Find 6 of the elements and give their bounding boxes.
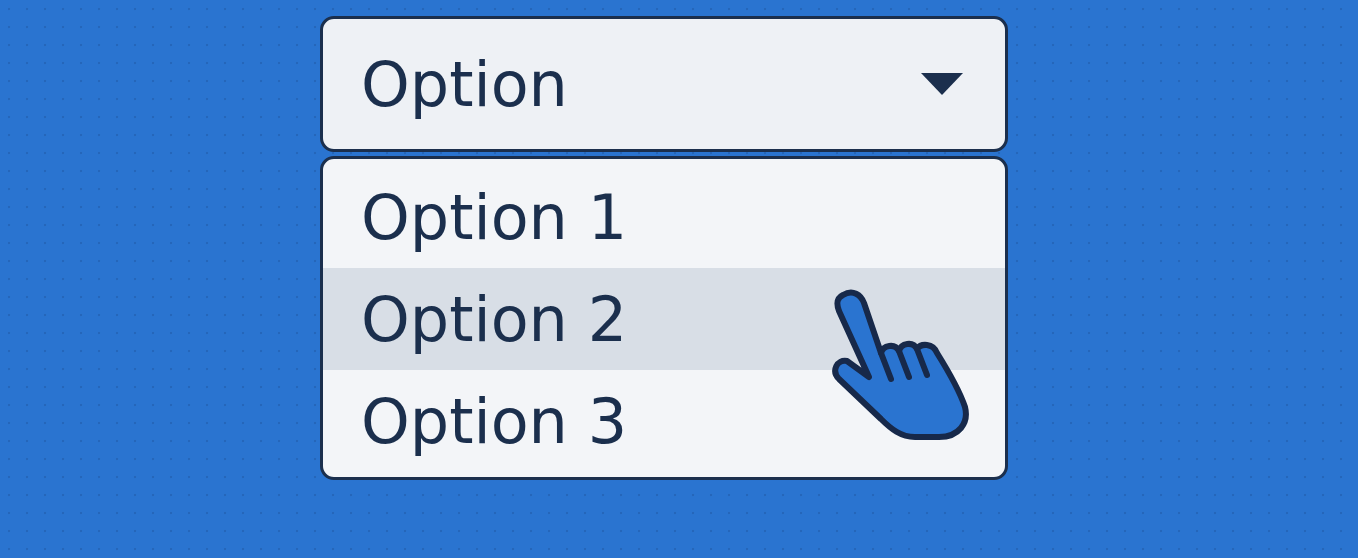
dropdown-select[interactable]: Option (320, 16, 1008, 152)
dropdown-option[interactable]: Option 2 (323, 268, 1005, 370)
caret-icon (921, 73, 963, 95)
selected-value: Option (361, 47, 568, 121)
dropdown-option[interactable]: Option 1 (323, 166, 1005, 268)
dropdown-option[interactable]: Option 3 (323, 370, 1005, 472)
